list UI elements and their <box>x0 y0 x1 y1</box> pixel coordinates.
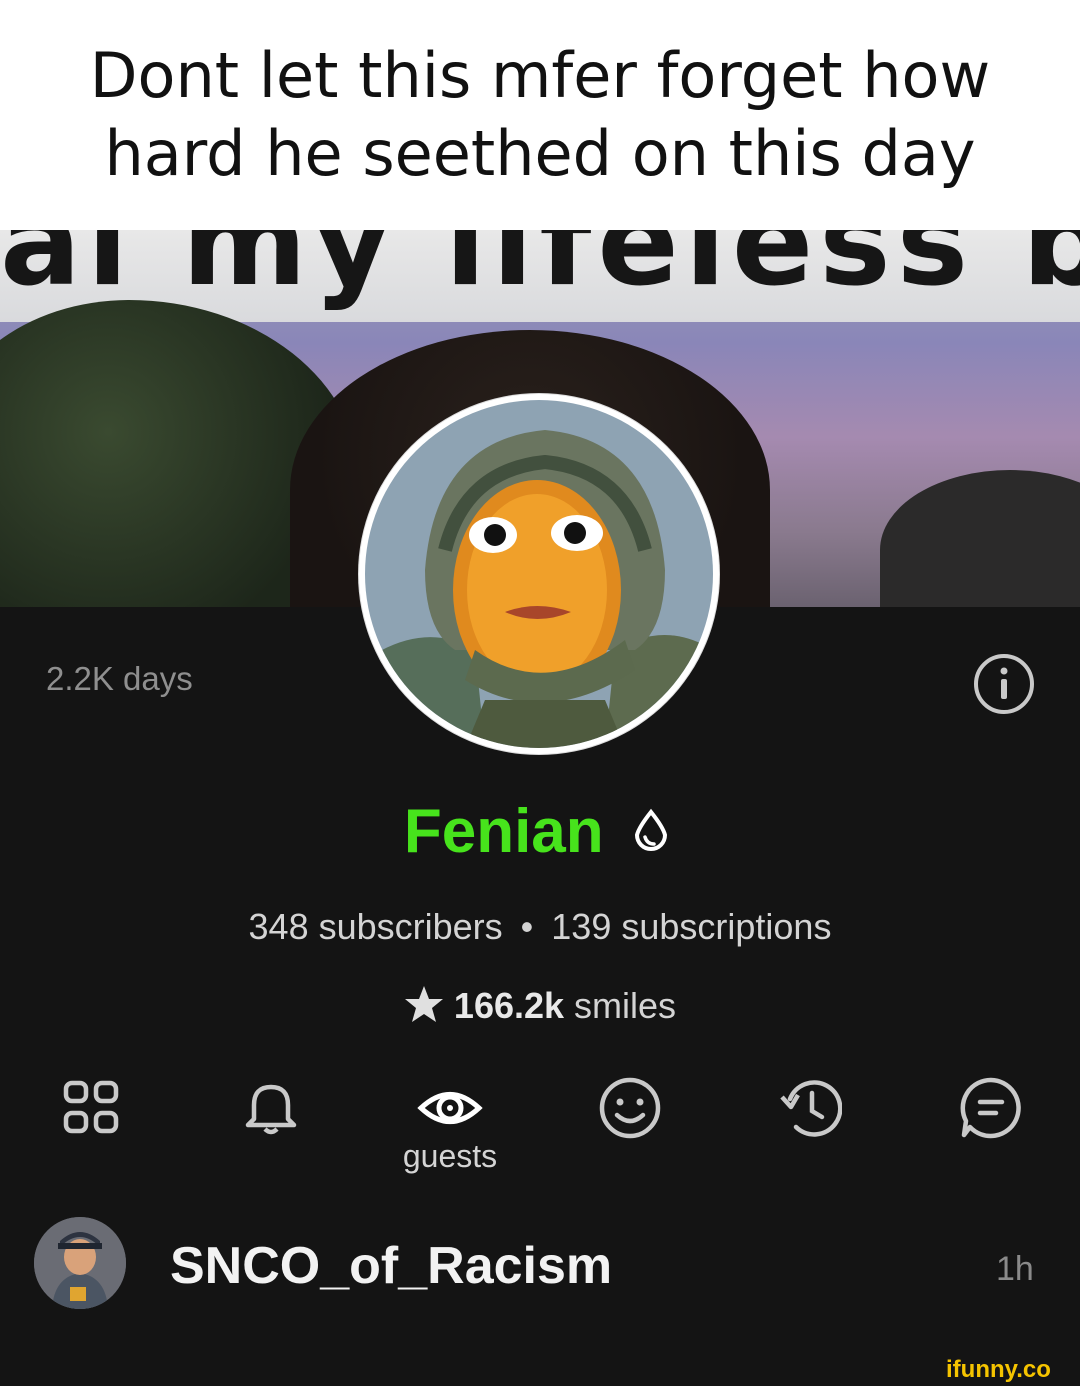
guests-tab-label[interactable]: guests <box>398 1138 502 1175</box>
history-icon[interactable] <box>776 1075 842 1141</box>
cover-trees-right <box>880 470 1080 607</box>
smiles-count: 166.2k <box>453 985 565 1026</box>
soldier-avatar-image <box>365 400 713 748</box>
caption-text: Dont let this mfer forget how hard he se… <box>89 39 991 190</box>
subscribers-count[interactable]: 348 subscribers <box>249 906 503 947</box>
meme-caption: Dont let this mfer forget how hard he se… <box>0 0 1080 230</box>
smile-icon[interactable] <box>597 1075 663 1141</box>
subscriptions-count[interactable]: 139 subscriptions <box>551 906 831 947</box>
profile-username: Fenian <box>403 797 604 866</box>
grid-icon[interactable] <box>58 1075 124 1141</box>
commenter-avatar-image <box>34 1217 126 1309</box>
commenter-username[interactable]: SNCO_of_Racism <box>170 1236 612 1296</box>
comment-timestamp: 1h <box>996 1250 1034 1288</box>
commenter-avatar[interactable] <box>34 1217 126 1309</box>
subscription-stats: 348 subscribers • 139 subscriptions <box>0 906 1080 948</box>
chat-icon[interactable] <box>958 1075 1024 1141</box>
cover-overlay-text: al my lifeless body <box>0 230 1080 313</box>
info-icon[interactable] <box>972 652 1036 716</box>
profile-name-row: Fenian <box>0 796 1080 867</box>
drop-badge-icon <box>635 808 668 851</box>
smiles-stat: 166.2k smiles <box>0 984 1080 1027</box>
eye-icon[interactable] <box>417 1075 483 1141</box>
smiles-label: smiles <box>574 985 677 1026</box>
account-age: 2.2K days <box>46 660 193 697</box>
star-icon <box>404 986 443 1022</box>
bell-icon[interactable] <box>238 1075 304 1141</box>
stats-separator: • <box>520 906 534 947</box>
ifunny-watermark: ifunny.co <box>946 1356 1051 1383</box>
profile-avatar[interactable] <box>359 394 719 754</box>
